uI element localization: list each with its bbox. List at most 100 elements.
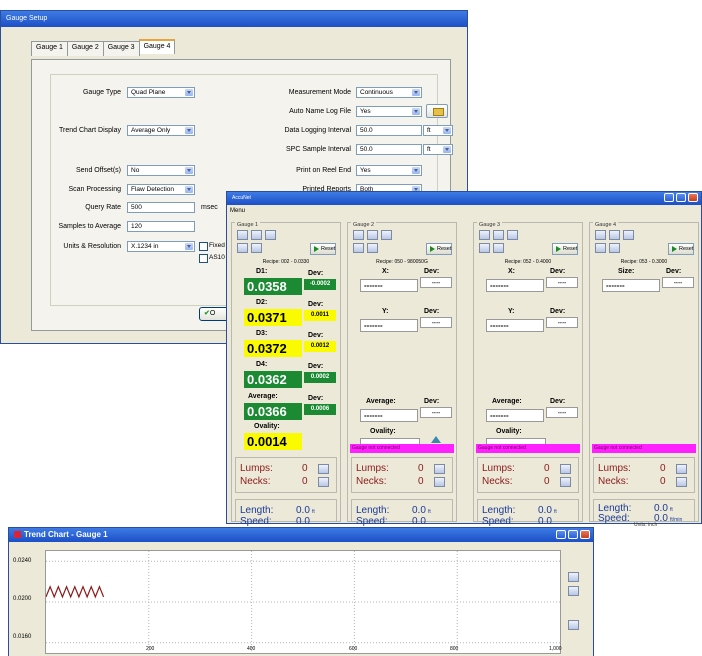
spc-interval-unit-select[interactable]: ft	[423, 144, 453, 155]
chevron-down-icon	[443, 146, 451, 153]
reset-button[interactable]: Reset	[310, 243, 336, 255]
edit-icon[interactable]	[568, 620, 579, 630]
chart-icon[interactable]	[367, 230, 378, 240]
gauge-1-panel: Gauge 1 Reset Recipe: 002 - 0.0330 D1: D…	[231, 222, 341, 527]
edit-icon[interactable]	[318, 464, 329, 474]
spc-interval-input[interactable]: 50.0	[356, 144, 422, 155]
window-icon[interactable]	[623, 230, 634, 240]
scan-processing-select[interactable]: Flaw Detection	[127, 184, 195, 195]
app-icon	[14, 531, 21, 539]
report-icon[interactable]	[479, 243, 490, 253]
print-icon[interactable]	[318, 477, 329, 487]
samples-to-average-input[interactable]: 120	[127, 221, 195, 232]
scan-processing-value: Flaw Detection	[131, 186, 174, 193]
accunet-title: AccuNet	[232, 195, 251, 201]
maximize-button[interactable]	[676, 193, 686, 202]
samples-to-average-label: Samples to Average	[58, 223, 121, 230]
zoom-icon[interactable]	[237, 230, 248, 240]
d3-value: 0.0372	[244, 340, 302, 357]
print-icon[interactable]	[434, 477, 445, 487]
zoom-icon[interactable]	[353, 230, 364, 240]
chevron-down-icon	[185, 89, 193, 96]
gauge-4-panel: Gauge 4 Reset Recipe: 053 - 0.3000 Size:…	[589, 222, 699, 528]
length-label: Length:	[240, 505, 274, 516]
reset-button[interactable]: Reset	[426, 243, 452, 255]
reset-button[interactable]: Reset	[668, 243, 694, 255]
settings-icon[interactable]	[493, 243, 504, 253]
fixed-label: Fixed	[209, 242, 225, 249]
necks-label: Necks:	[240, 476, 271, 487]
zoom-out-icon[interactable]	[568, 586, 579, 596]
gauge-2-panel: Gauge 2 Reset Recipe: 050 - 980050G X: D…	[347, 222, 457, 527]
ovality-label: Ovality:	[254, 423, 280, 430]
accunet-titlebar[interactable]: AccuNet	[227, 192, 701, 205]
send-offset-select[interactable]: No	[127, 165, 195, 176]
maximize-button[interactable]	[568, 530, 578, 539]
zoom-icon[interactable]	[479, 230, 490, 240]
data-logging-unit: ft	[427, 127, 431, 134]
edit-icon[interactable]	[434, 464, 445, 474]
tab-gauge-3[interactable]: Gauge 3	[102, 41, 140, 56]
edit-icon[interactable]	[560, 464, 571, 474]
y-value: -------	[486, 319, 544, 332]
chevron-down-icon	[412, 167, 420, 174]
dev-label: Dev:	[308, 301, 324, 308]
data-logging-unit-select[interactable]: ft	[423, 125, 453, 136]
tab-gauge-2[interactable]: Gauge 2	[66, 41, 104, 56]
settings-icon[interactable]	[367, 243, 378, 253]
trend-display-select[interactable]: Average Only	[127, 125, 195, 136]
fixed-checkbox[interactable]	[199, 242, 208, 251]
tab-gauge-1[interactable]: Gauge 1	[31, 41, 68, 56]
auto-name-label: Auto Name Log File	[289, 108, 351, 115]
report-icon[interactable]	[237, 243, 248, 253]
chart-icon[interactable]	[251, 230, 262, 240]
query-rate-label: Query Rate	[85, 204, 121, 211]
units-resolution-select[interactable]: X.1234 in	[127, 241, 195, 252]
close-button[interactable]	[580, 530, 590, 539]
query-rate-input[interactable]: 500	[127, 202, 195, 213]
edit-icon[interactable]	[676, 464, 687, 474]
chart-icon[interactable]	[493, 230, 504, 240]
window-icon[interactable]	[265, 230, 276, 240]
x-tick-label: 200	[146, 646, 155, 652]
print-on-reel-end-select[interactable]: Yes	[356, 165, 422, 176]
window-icon[interactable]	[507, 230, 518, 240]
dev-label: Dev:	[424, 308, 440, 315]
as-checkbox[interactable]	[199, 254, 208, 263]
settings-icon[interactable]	[251, 243, 262, 253]
browse-folder-button[interactable]	[426, 104, 448, 118]
necks-label: Necks:	[482, 476, 513, 487]
x-tick-label: 600	[349, 646, 358, 652]
data-logging-input[interactable]: 50.0	[356, 125, 422, 136]
zoom-in-icon[interactable]	[568, 572, 579, 582]
window-icon[interactable]	[381, 230, 392, 240]
zoom-icon[interactable]	[595, 230, 606, 240]
average-label: Average:	[248, 393, 278, 400]
minimize-button[interactable]	[664, 193, 674, 202]
minimize-button[interactable]	[556, 530, 566, 539]
dev-label: Dev:	[308, 270, 324, 277]
measurement-mode-select[interactable]: Continuous	[356, 87, 422, 98]
recipe-label: Recipe: 052 - 0.4000	[504, 259, 552, 265]
print-icon[interactable]	[560, 477, 571, 487]
chart-icon[interactable]	[609, 230, 620, 240]
reset-button[interactable]: Reset	[552, 243, 578, 255]
settings-icon[interactable]	[609, 243, 620, 253]
print-icon[interactable]	[676, 477, 687, 487]
ovality-label: Ovality:	[496, 428, 522, 435]
gauge-type-value: Quad Plane	[131, 89, 166, 96]
y-value: -------	[360, 319, 418, 332]
trend-plot-area[interactable]	[45, 550, 561, 654]
report-icon[interactable]	[595, 243, 606, 253]
length-unit: ft	[428, 509, 431, 515]
size-dev-value: -----	[662, 277, 694, 288]
close-button[interactable]	[688, 193, 698, 202]
auto-name-select[interactable]: Yes	[356, 106, 422, 117]
trend-display-label: Trend Chart Display	[59, 127, 121, 134]
setup-titlebar[interactable]: Gauge Setup	[1, 11, 467, 27]
menu-bar[interactable]: Menu	[230, 208, 245, 214]
tab-gauge-4[interactable]: Gauge 4	[138, 39, 176, 54]
trend-titlebar[interactable]: Trend Chart - Gauge 1	[9, 528, 593, 542]
gauge-type-select[interactable]: Quad Plane	[127, 87, 195, 98]
report-icon[interactable]	[353, 243, 364, 253]
